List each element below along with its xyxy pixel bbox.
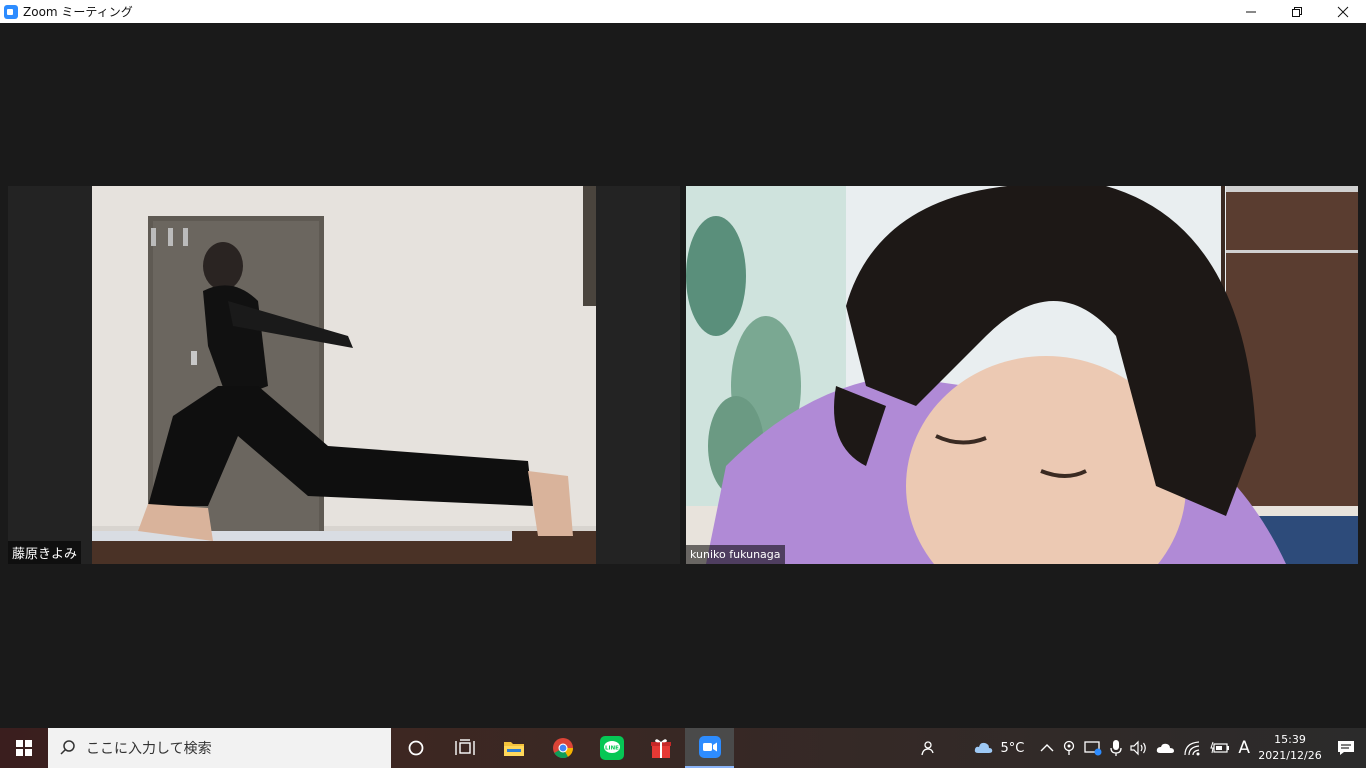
zoom-taskbar-button[interactable] [685,728,734,768]
file-explorer-button[interactable] [489,728,538,768]
gift-app-button[interactable] [636,728,685,768]
svg-text:LINE: LINE [605,746,619,752]
line-button[interactable]: LINE [587,728,636,768]
microphone-icon [1110,740,1123,756]
display-alert-icon [1084,741,1102,756]
restore-button[interactable] [1274,0,1320,23]
chrome-icon [552,738,573,759]
cortana-button[interactable] [391,728,440,768]
taskbar-clock[interactable]: 15:39 2021/12/26 [1254,732,1326,764]
line-icon: LINE [599,736,624,760]
onedrive-cloud-icon [1157,743,1175,753]
ime-indicator[interactable]: A [1234,728,1254,768]
camera-tray-button[interactable] [1058,728,1080,768]
speaker-icon [1130,740,1147,756]
network-button[interactable] [1180,728,1206,768]
start-button[interactable] [0,728,48,768]
wifi-icon [1184,741,1200,756]
task-view-icon [454,739,475,755]
close-button[interactable] [1320,0,1366,23]
chrome-button[interactable] [538,728,587,768]
cortana-icon [408,740,423,756]
task-view-button[interactable] [440,728,489,768]
webcam-icon [1064,740,1075,755]
battery-button[interactable] [1206,728,1234,768]
zoom-app-icon [4,4,18,19]
volume-button[interactable] [1126,728,1152,768]
file-explorer-icon [503,742,524,756]
search-icon [60,740,75,755]
microphone-tray-button[interactable] [1106,728,1126,768]
close-icon [1337,6,1349,17]
cloud-weather-icon [974,742,992,753]
zoom-icon [698,736,721,758]
window-controls [1228,0,1366,23]
windows-taskbar: ここに入力して検索 LINE 5°C A 15:39 2021/12/26 [0,728,1366,768]
onedrive-button[interactable] [1152,728,1180,768]
participant-video-tile[interactable]: 藤原きよみ [8,186,680,564]
weather-widget[interactable]: 5°C [969,728,1029,768]
battery-charging-icon [1210,741,1230,754]
participant-video [8,186,680,564]
gift-icon [650,739,671,758]
search-placeholder: ここに入力して検索 [86,741,212,757]
restore-icon [1292,6,1302,17]
windows-logo-icon [16,740,32,756]
clock-date: 2021/12/26 [1258,749,1322,762]
notification-icon [1338,741,1354,755]
people-button[interactable] [909,728,945,768]
weather-temp: 5°C [1000,740,1025,756]
meeting-stage: 藤原きよみ kuniko fukunaga [0,23,1366,728]
participant-name-tag: 藤原きよみ [8,541,82,564]
window-title: Zoom ミーティング [23,5,133,19]
people-icon [920,741,934,756]
action-center-button[interactable] [1326,728,1366,768]
participant-video-tile[interactable]: kuniko fukunaga [686,186,1358,564]
chevron-up-icon [1040,744,1054,752]
window-titlebar: Zoom ミーティング [0,0,1366,23]
show-hidden-icons-button[interactable] [1036,728,1058,768]
screen-share-tray-button[interactable] [1080,728,1106,768]
minimize-icon [1246,11,1256,12]
taskbar-search[interactable]: ここに入力して検索 [48,728,391,768]
system-tray: 5°C A 15:39 2021/12/26 [909,728,1366,768]
clock-time: 15:39 [1274,733,1306,746]
participant-video [686,186,1358,564]
minimize-button[interactable] [1228,0,1274,23]
participant-name-tag: kuniko fukunaga [686,545,785,564]
